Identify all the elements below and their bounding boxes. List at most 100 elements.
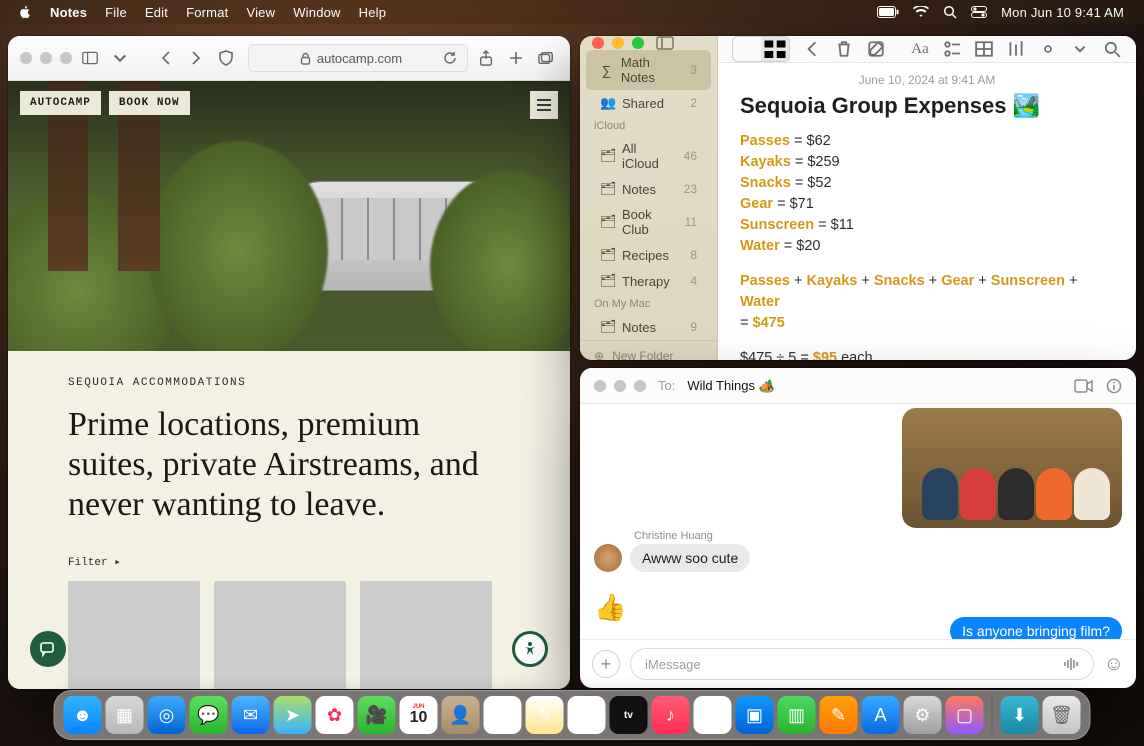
sidebar-item-all-icloud[interactable]: 🗂All iCloud46 xyxy=(586,136,711,176)
dock-app-messages[interactable]: 💬 xyxy=(190,696,228,734)
dock-trash[interactable]: 🗑 xyxy=(1043,696,1081,734)
thread-name[interactable]: Wild Things 🏕️ xyxy=(687,378,774,394)
sidebar-item-recipes[interactable]: 🗂Recipes8 xyxy=(586,242,711,268)
message-bubble[interactable]: Awww soo cute xyxy=(630,544,750,572)
back-button[interactable] xyxy=(158,50,178,66)
list-view-icon[interactable] xyxy=(733,37,761,61)
new-note-icon[interactable] xyxy=(866,39,886,59)
tabs-overview-icon[interactable] xyxy=(538,50,558,66)
sidebar-item-onmymac-notes[interactable]: 🗂Notes9 xyxy=(586,314,711,340)
shield-icon[interactable] xyxy=(218,50,238,66)
sidebar-toggle-icon[interactable] xyxy=(656,36,674,50)
accommodation-card[interactable] xyxy=(68,581,200,689)
dock-app-appstore[interactable]: A xyxy=(862,696,900,734)
emoji-picker-icon[interactable]: ☺ xyxy=(1104,653,1124,676)
menu-view[interactable]: View xyxy=(246,5,275,20)
dock-app-settings[interactable]: ⚙ xyxy=(904,696,942,734)
delete-note-icon[interactable] xyxy=(834,39,854,59)
dock-app-reminders[interactable]: ≣ xyxy=(484,696,522,734)
new-tab-icon[interactable] xyxy=(508,50,528,66)
menu-format[interactable]: Format xyxy=(186,5,228,20)
hamburger-menu[interactable] xyxy=(530,91,558,119)
link-icon[interactable] xyxy=(1038,39,1058,59)
sidebar-item-label: Shared xyxy=(622,96,664,111)
safari-window-controls[interactable] xyxy=(20,52,72,64)
table-icon[interactable] xyxy=(974,39,994,59)
accommodation-card[interactable] xyxy=(214,581,346,689)
address-bar[interactable]: autocamp.com xyxy=(248,44,468,72)
dock-app-photos[interactable]: ✿ xyxy=(316,696,354,734)
notes-window-controls[interactable] xyxy=(592,37,644,49)
new-folder-button[interactable]: ⊕ New Folder xyxy=(580,340,717,360)
outgoing-message-bubble[interactable]: Is anyone bringing film? xyxy=(950,617,1122,639)
dock-app-pages[interactable]: ✎ xyxy=(820,696,858,734)
dock-app-keynote[interactable]: ▣ xyxy=(736,696,774,734)
note-body[interactable]: Passes = $62 Kayaks = $259 Snacks = $52 … xyxy=(740,131,1114,360)
dock-app-music[interactable]: ♪ xyxy=(652,696,690,734)
dock-downloads[interactable]: ⬇ xyxy=(1001,696,1039,734)
view-mode-segmented[interactable] xyxy=(732,36,790,62)
accommodation-card[interactable] xyxy=(360,581,492,689)
facetime-icon[interactable] xyxy=(1074,379,1094,393)
shared-photo[interactable] xyxy=(902,408,1122,528)
dock-app-notes[interactable]: ✎ xyxy=(526,696,564,734)
messages-window-controls[interactable] xyxy=(594,380,646,392)
sidebar-item-notes[interactable]: 🗂Notes23 xyxy=(586,176,711,202)
app-menu-notes[interactable]: Notes xyxy=(50,5,87,20)
apple-menu[interactable] xyxy=(18,5,32,19)
dock-app-calendar[interactable]: JUN10 xyxy=(400,696,438,734)
sidebar-item-shared[interactable]: 👥 Shared 2 xyxy=(586,90,711,116)
dock-app-numbers[interactable]: ▥ xyxy=(778,696,816,734)
spotlight-icon[interactable] xyxy=(943,5,957,19)
checklist-icon[interactable] xyxy=(942,39,962,59)
menu-window[interactable]: Window xyxy=(293,5,340,20)
sidebar-item-math-notes[interactable]: ∑ Math Notes 3 xyxy=(586,50,711,90)
chat-fab[interactable] xyxy=(30,631,66,667)
dock-app-news[interactable]: N xyxy=(694,696,732,734)
book-now-button[interactable]: BOOK NOW xyxy=(109,91,190,115)
dock-app-iphone-mirror[interactable]: ▢ xyxy=(946,696,984,734)
menu-edit[interactable]: Edit xyxy=(145,5,168,20)
dock-app-freeform[interactable]: 〰 xyxy=(568,696,606,734)
menu-help[interactable]: Help xyxy=(359,5,387,20)
wifi-icon[interactable] xyxy=(913,6,929,18)
folder-icon: 🗂 xyxy=(600,181,614,197)
dock-app-tv[interactable]: tv xyxy=(610,696,648,734)
apps-button[interactable]: + xyxy=(592,650,620,678)
menubar-datetime[interactable]: Mon Jun 10 9:41 AM xyxy=(1001,5,1124,20)
site-logo[interactable]: AUTOCAMP xyxy=(20,91,101,115)
format-text-icon[interactable]: Aa xyxy=(910,39,930,59)
share-icon[interactable] xyxy=(478,50,498,66)
more-icon[interactable] xyxy=(1070,39,1090,59)
menu-file[interactable]: File xyxy=(105,5,127,20)
audio-message-icon[interactable] xyxy=(1063,657,1079,671)
filter-toggle[interactable]: Filter ▸ xyxy=(68,555,510,569)
dock: ☻▦◎💬✉➤✿🎥JUN10👤≣✎〰tv♪N▣▥✎A⚙▢⬇🗑 xyxy=(54,690,1091,740)
back-icon[interactable] xyxy=(802,39,822,59)
dock-app-mail[interactable]: ✉ xyxy=(232,696,270,734)
gallery-view-icon[interactable] xyxy=(761,37,789,61)
dock-app-contacts[interactable]: 👤 xyxy=(442,696,480,734)
dock-app-safari[interactable]: ◎ xyxy=(148,696,186,734)
search-icon[interactable] xyxy=(1102,39,1122,59)
sidebar-toggle-icon[interactable] xyxy=(82,50,102,66)
sidebar-item-therapy[interactable]: 🗂Therapy4 xyxy=(586,268,711,294)
sender-name: Christine Huang xyxy=(634,530,1122,542)
messages-thread[interactable]: Christine Huang Awww soo cute 👍 Is anyon… xyxy=(580,404,1136,639)
forward-button[interactable] xyxy=(188,50,208,66)
media-icon[interactable] xyxy=(1006,39,1026,59)
dock-app-finder[interactable]: ☻ xyxy=(64,696,102,734)
note-title[interactable]: Sequoia Group Expenses 🏞️ xyxy=(740,93,1114,119)
dock-app-launchpad[interactable]: ▦ xyxy=(106,696,144,734)
dock-app-maps[interactable]: ➤ xyxy=(274,696,312,734)
reload-icon[interactable] xyxy=(443,51,457,65)
avatar[interactable] xyxy=(594,544,622,572)
info-icon[interactable] xyxy=(1106,378,1122,394)
message-input[interactable]: iMessage xyxy=(630,648,1094,680)
control-center-icon[interactable] xyxy=(971,6,987,18)
battery-icon[interactable] xyxy=(877,6,899,18)
chevron-down-icon[interactable] xyxy=(112,50,132,66)
accessibility-fab[interactable] xyxy=(512,631,548,667)
sidebar-item-book-club[interactable]: 🗂Book Club11 xyxy=(586,202,711,242)
dock-app-facetime[interactable]: 🎥 xyxy=(358,696,396,734)
